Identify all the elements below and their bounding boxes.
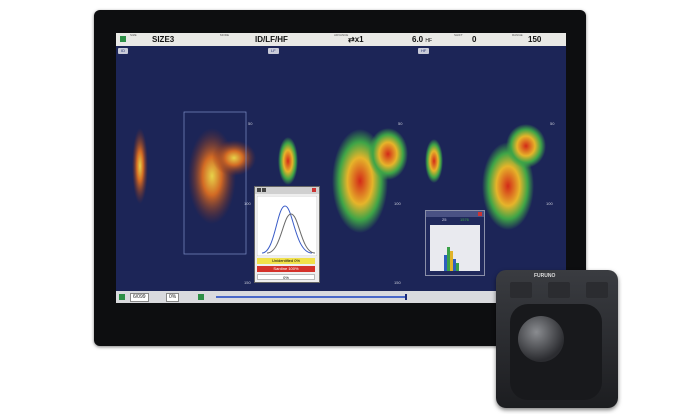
control-button[interactable]: [548, 282, 570, 298]
menu-icon[interactable]: [119, 294, 125, 300]
control-button[interactable]: [586, 282, 608, 298]
hist-value-1: 25: [442, 217, 447, 222]
popup-icon[interactable]: [257, 188, 261, 192]
size-histogram-popup[interactable]: 25 1576: [425, 210, 485, 276]
depth-scale-label: 150: [394, 280, 401, 285]
histogram-bar: [453, 259, 456, 271]
mode-label: MODE: [220, 33, 229, 37]
brand-logo: FURUNO: [534, 273, 556, 279]
size-label: SIZE: [130, 33, 137, 37]
menu-icon[interactable]: [120, 36, 126, 42]
histogram-chart: [430, 225, 480, 271]
shift-value[interactable]: 0: [472, 35, 476, 44]
histogram-bar: [444, 255, 447, 271]
fish-school-echo: [368, 128, 408, 180]
histogram-bar: [450, 251, 453, 271]
range-value[interactable]: 6.0 HF: [412, 35, 432, 44]
fish-school-echo: [212, 140, 256, 176]
depth-scale-label: 50: [550, 121, 555, 126]
close-icon[interactable]: [478, 212, 482, 216]
size-value[interactable]: SIZE3: [152, 35, 174, 44]
trackball-controller[interactable]: FURUNO: [496, 270, 618, 408]
fish-school-echo: [425, 139, 443, 183]
popup-icon[interactable]: [262, 188, 266, 192]
legend-sardine: Sardine 100%: [257, 266, 315, 272]
panel-tag: ID: [118, 48, 128, 54]
panel-tag: LF: [268, 48, 279, 54]
depth-scale-label: 50: [398, 121, 403, 126]
echo-display: [132, 111, 256, 255]
hist-value-2: 1576: [460, 217, 469, 222]
settings-icon[interactable]: [198, 294, 204, 300]
sonar-screen: SIZE SIZE3 MODE ID/LF/HF ADVANCE ⇄x1 6.0…: [116, 33, 566, 303]
playback-slider[interactable]: [216, 296, 406, 298]
panel-tag: HF: [418, 48, 430, 54]
advance-value[interactable]: ⇄x1: [348, 35, 364, 44]
advance-arrows-icon: ⇄: [348, 35, 355, 44]
echogram-panel-id[interactable]: ID 50 100 150: [116, 46, 267, 291]
depth-scale-label: 150: [244, 280, 251, 285]
trackball-ball[interactable]: [518, 316, 564, 362]
fish-school-echo: [506, 124, 546, 168]
shift-label: SHIFT: [454, 33, 463, 37]
depth-scale-label: 50: [248, 121, 253, 126]
slider-handle[interactable]: [405, 294, 407, 300]
close-icon[interactable]: [312, 188, 316, 192]
depth-scale-label: 100: [394, 201, 401, 206]
advance-label: ADVANCE: [334, 33, 349, 37]
mode-value[interactable]: ID/LF/HF: [255, 35, 288, 44]
range2-label: RANGE: [512, 33, 523, 37]
species-distribution-popup[interactable]: Unidentified 0% Sardine 100% 0%: [254, 186, 320, 283]
percent-field[interactable]: 0%: [166, 293, 180, 302]
legend-unidentified: Unidentified 0%: [257, 258, 315, 264]
legend-other: 0%: [257, 274, 315, 280]
range2-value[interactable]: 150: [528, 35, 541, 44]
depth-scale-label: 100: [546, 201, 553, 206]
control-button[interactable]: [510, 282, 532, 298]
histogram-bar: [456, 263, 459, 271]
popup-header: [426, 211, 484, 217]
distribution-curves: [257, 196, 317, 256]
status-bar: SIZE SIZE3 MODE ID/LF/HF ADVANCE ⇄x1 6.0…: [116, 33, 566, 46]
counter-field[interactable]: 6/099: [130, 293, 149, 302]
histogram-bar: [447, 247, 450, 271]
fish-school-echo: [278, 137, 298, 185]
depth-scale-label: 100: [244, 201, 251, 206]
fish-school-echo: [132, 128, 148, 204]
